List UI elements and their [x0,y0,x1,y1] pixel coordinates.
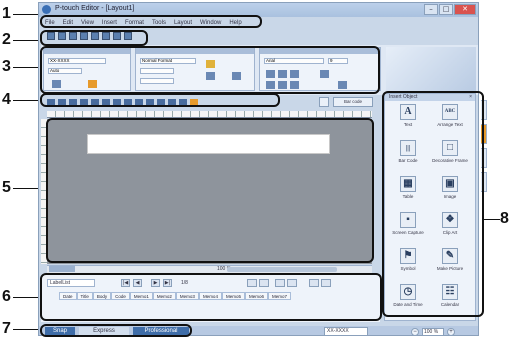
zoom-field[interactable]: 100 % [422,327,444,335]
zoom-out-icon[interactable]: − [411,327,419,335]
tool-arrange-text-label: Arrange Text [437,122,463,127]
tool-table[interactable]: ▦ Table [390,172,426,206]
callout-1-leader [13,14,40,15]
horizontal-ruler [47,111,372,118]
sidebar-tools: A Text ABC Arrange Text ||| Bar Code □ D… [384,100,480,315]
callout-1: 1 [2,5,11,22]
tool-clip-art-label: Clip Art [442,230,458,235]
mode-tabs-outline [40,324,192,337]
bar-code-label: Bar code [343,99,362,104]
view-toggle-button[interactable] [319,97,329,107]
tool-bar-code[interactable]: ||| Bar Code [390,136,426,170]
horizontal-scrollbar[interactable]: 100 % [47,265,372,273]
scroll-thumb[interactable] [227,267,337,272]
barcode-icon: ||| [400,140,416,156]
tool-image[interactable]: ▣ Image [432,172,468,206]
tool-text[interactable]: A Text [390,100,426,134]
tool-calendar-label: Calendar [440,302,460,307]
clock-icon: ◷ [400,284,416,300]
tool-symbol-label: Symbol [400,266,416,271]
tool-date-time[interactable]: ◷ Date and Time [390,280,426,314]
tool-arrange-text[interactable]: ABC Arrange Text [432,100,468,134]
callout-7: 7 [2,320,11,337]
callout-2: 2 [2,31,11,48]
ribbon-background-art [386,47,476,91]
tool-decorative-frame-label: Decorative Frame [432,158,468,163]
close-button[interactable]: ✕ [454,4,476,15]
clip-art-icon: ❖ [442,212,458,228]
callout-6-leader [13,297,40,298]
minimize-button[interactable]: – [424,4,438,15]
app-logo-icon [42,5,51,14]
window-controls: – □ ✕ [424,4,476,15]
text-icon: A [400,104,416,120]
tool-image-label: Image [443,194,457,199]
callout-6: 6 [2,288,11,305]
callout-8: 8 [500,210,509,227]
tool-make-picture-label: Make Picture [436,266,464,271]
draw-toolbar-outline [40,93,280,107]
image-icon: ▣ [442,176,458,192]
screen-capture-icon: ▪ [400,212,416,228]
bar-code-button[interactable]: Bar code [333,97,373,107]
tool-screen-capture[interactable]: ▪ Screen Capture [390,208,426,242]
arrange-text-icon: ABC [442,104,458,120]
zoom-control: − 100 % + [411,327,463,335]
menu-bar-outline [40,15,262,28]
tool-symbol[interactable]: ⚑ Symbol [390,244,426,278]
tool-calendar[interactable]: ☷ Calendar [432,280,468,314]
tool-screen-capture-label: Screen Capture [392,230,424,235]
tool-decorative-frame[interactable]: □ Decorative Frame [432,136,468,170]
tool-table-label: Table [402,194,414,199]
quick-access-outline [40,30,148,46]
tool-clip-art[interactable]: ❖ Clip Art [432,208,468,242]
layout-sheet-tab[interactable] [49,266,75,272]
database-outline [40,273,382,321]
layout-window-outline [46,118,374,263]
maximize-button[interactable]: □ [439,4,453,15]
callout-5-leader [13,188,40,189]
zoom-in-icon[interactable]: + [447,327,455,335]
tool-text-label: Text [403,122,413,127]
property-palette-outline [40,46,380,94]
callout-3-leader [13,67,40,68]
callout-2-leader [13,40,40,41]
callout-5: 5 [2,179,11,196]
tool-date-time-label: Date and Time [393,302,423,307]
callout-3: 3 [2,58,11,75]
callout-4-leader [13,100,40,101]
frame-icon: □ [442,140,458,156]
view-tools: Bar code [319,96,377,108]
table-icon: ▦ [400,176,416,192]
printer-select[interactable]: XX-XXXX [324,327,368,335]
window-title: P-touch Editor - [Layout1] [55,5,135,12]
calendar-icon: ☷ [442,284,458,300]
make-picture-icon: ✎ [442,248,458,264]
tool-bar-code-label: Bar Code [398,158,418,163]
callout-4: 4 [2,91,11,108]
callout-7-leader [13,329,40,330]
symbol-icon: ⚑ [400,248,416,264]
tool-make-picture[interactable]: ✎ Make Picture [432,244,468,278]
